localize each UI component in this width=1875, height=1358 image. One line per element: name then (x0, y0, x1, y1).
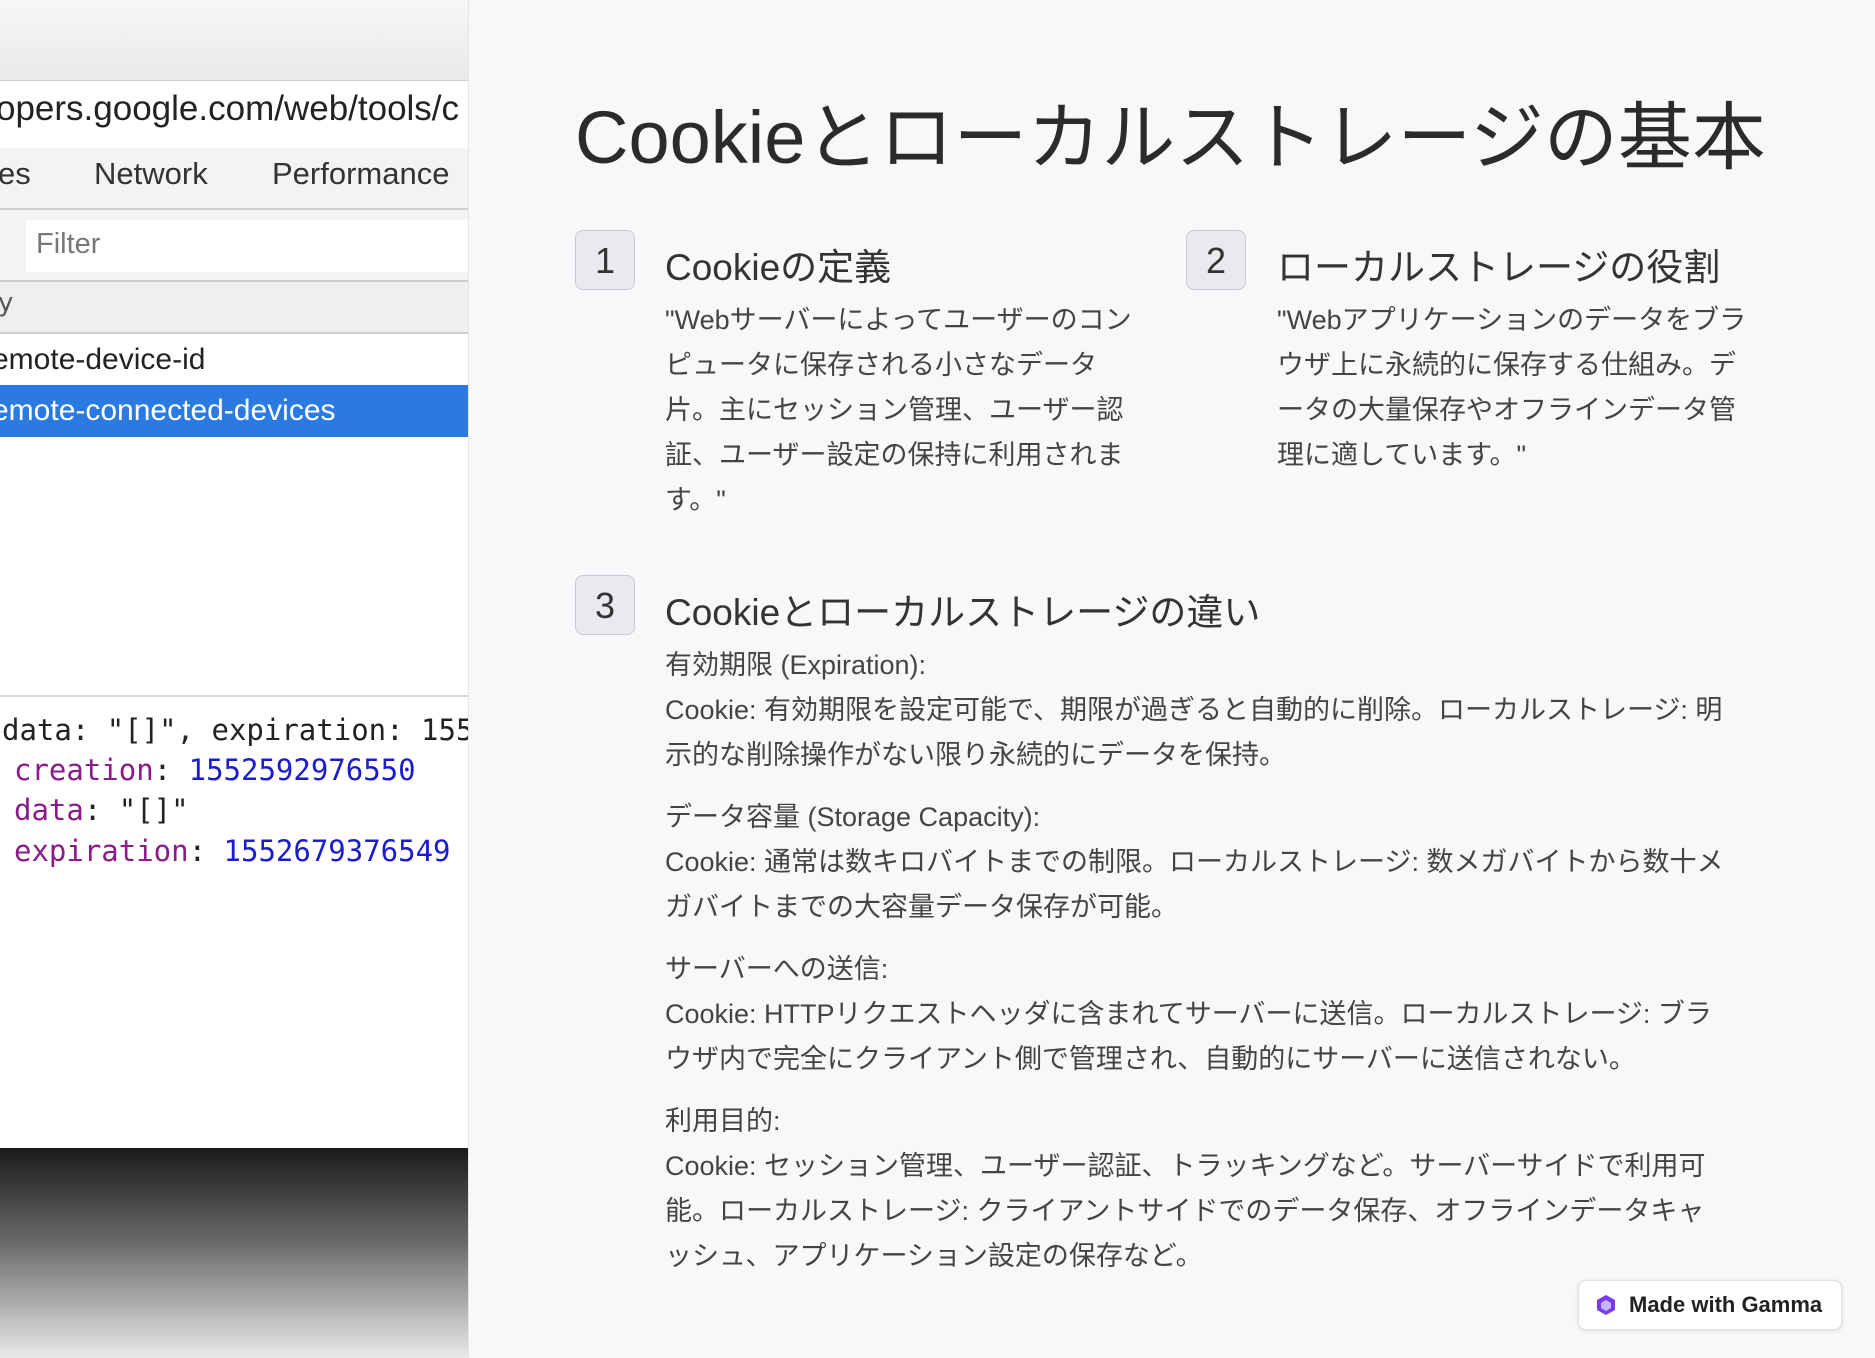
browser-chrome (0, 0, 468, 80)
comparison-label: サーバーへの送信: (665, 954, 889, 984)
gamma-logo-icon (1597, 1295, 1615, 1315)
text-line: Cookie: 有効期限を設定可能で、期限が過ぎると自動的に削除。ローカルストレ… (665, 695, 1723, 725)
tab-application: es (0, 156, 31, 191)
text-line: Cookie: セッション管理、ユーザー認証、トラッキングなど。サーバーサイドで… (665, 1151, 1706, 1181)
list-area (0, 437, 468, 697)
list-item: emote-device-id (0, 334, 468, 386)
section-text: "Webアプリケーションのデータをブラ ウザ上に永続的に保存する仕組み。デ ータの大… (1277, 298, 1797, 478)
filter-bar: Filter (0, 210, 468, 282)
comparison-block: 有効期限 (Expiration): Cookie: 有効期限を設定可能で、期限が… (665, 643, 1765, 778)
text-line: "Webアプリケーションのデータをブラ (1277, 305, 1747, 335)
tab-network: Network (94, 156, 208, 191)
comparison-block: 利用目的: Cookie: セッション管理、ユーザー認証、トラッキングなど。サーバ… (665, 1099, 1765, 1279)
list-item-selected: emote-connected-devices (0, 385, 468, 437)
text-line: ウザ上に永続的に保存する仕組み。デ (1277, 350, 1736, 380)
section-heading: ローカルストレージの役割 (1277, 247, 1721, 288)
section-heading: Cookieとローカルストレージの違い (665, 592, 1261, 633)
text-line: ピュータに保存される小さなデータ (665, 350, 1097, 380)
devtools-screenshot: opers.google.com/web/tools/c es Network … (0, 0, 469, 1358)
screenshot-fade (0, 1148, 468, 1358)
devtools-tabs: es Network Performance (0, 148, 468, 210)
value-preview: data: "[]", expiration: 155 creation: 15… (0, 697, 468, 1147)
number-badge: 1 (575, 230, 635, 290)
comparison-label: データ容量 (Storage Capacity): (665, 802, 1041, 832)
section-heading: Cookieの定義 (665, 247, 892, 288)
text-line: "Webサーバーによってユーザーのコン (665, 305, 1132, 335)
comparison-label: 有効期限 (Expiration): (665, 650, 927, 680)
code-line: creation: 1552592976550 (14, 753, 416, 787)
text-line: Cookie: HTTPリクエストヘッダに含まれてサーバーに送信。ローカルストレ… (665, 999, 1712, 1029)
text-line: ッシュ、アプリケーション設定の保存など。 (665, 1241, 1203, 1271)
code-line: data: "[]" (14, 793, 189, 827)
text-line: 片。主にセッション管理、ユーザー認 (665, 395, 1124, 425)
code-line: expiration: 1552679376549 (14, 834, 451, 868)
made-with-gamma-badge[interactable]: Made with Gamma (1578, 1280, 1842, 1330)
tab-performance: Performance (272, 156, 450, 191)
code-line: data: "[]", expiration: 155 (2, 713, 469, 747)
number-badge: 3 (575, 575, 635, 635)
text-line: す。" (665, 485, 726, 515)
text-line: Cookie: 通常は数キロバイトまでの制限。ローカルストレージ: 数メガバイト… (665, 847, 1724, 877)
text-line: 理に適しています。" (1277, 440, 1527, 470)
address-bar: opers.google.com/web/tools/c (0, 80, 468, 150)
text-line: 証、ユーザー設定の保持に利用されま (665, 440, 1124, 470)
text-line: 示的な削除操作がない限り永続的にデータを保持。 (665, 740, 1286, 770)
comparison-block: データ容量 (Storage Capacity): Cookie: 通常は数キロバ… (665, 795, 1765, 930)
page-title: Cookieとローカルストレージの基本 (575, 96, 1766, 179)
comparison-block: サーバーへの送信: Cookie: HTTPリクエストヘッダに含まれてサーバーに送… (665, 947, 1765, 1082)
text-line: ウザ内で完全にクライアント側で管理され、自動的にサーバーに送信されない。 (665, 1044, 1636, 1074)
number-badge: 2 (1186, 230, 1246, 290)
comparison-text: 有効期限 (Expiration): Cookie: 有効期限を設定可能で、期限が… (665, 643, 1765, 1279)
filter-input: Filter (26, 220, 468, 272)
text-line: 能。ローカルストレージ: クライアントサイドでのデータ保存、オフラインデータキャ (665, 1196, 1705, 1226)
comparison-label: 利用目的: (665, 1106, 781, 1136)
section-text: "Webサーバーによってユーザーのコン ピュータに保存される小さなデータ 片。主にセ… (665, 298, 1165, 523)
text-line: ガバイトまでの大容量データ保存が可能。 (665, 892, 1178, 922)
column-header: y (0, 282, 468, 334)
text-line: ータの大量保存やオフラインデータ管 (1277, 395, 1736, 425)
gamma-label: Made with Gamma (1629, 1292, 1823, 1317)
